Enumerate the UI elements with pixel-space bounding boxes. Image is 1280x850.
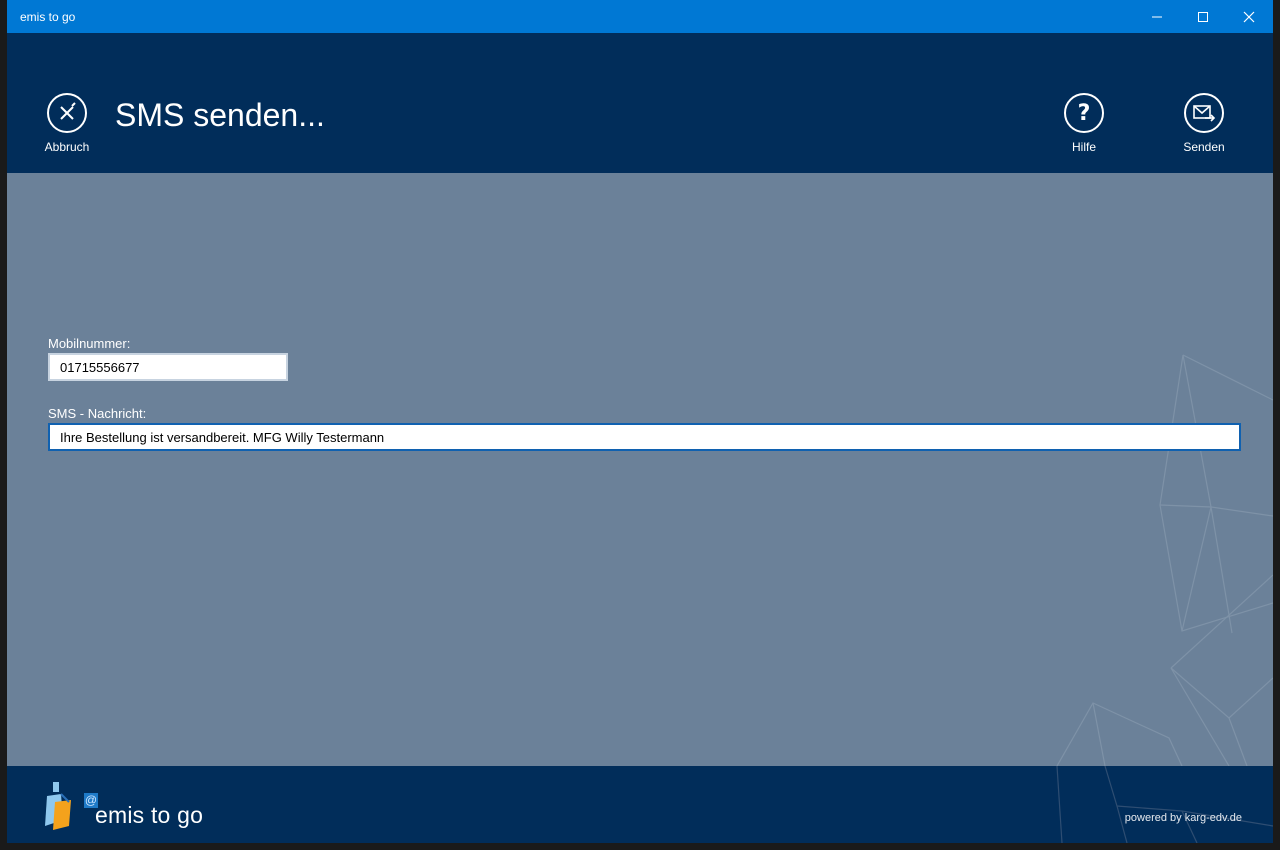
title-bar: emis to go	[7, 0, 1273, 33]
maximize-button[interactable]	[1180, 0, 1226, 33]
sms-message-input[interactable]	[48, 423, 1241, 451]
command-header: Abbruch SMS senden... ? Hilfe Senden	[7, 33, 1273, 173]
send-label: Senden	[1183, 140, 1225, 154]
window-title: emis to go	[20, 10, 76, 24]
mail-send-icon	[1184, 93, 1224, 133]
cancel-button[interactable]: Abbruch	[27, 93, 107, 154]
close-circle-icon	[47, 93, 87, 133]
message-label: SMS - Nachricht:	[48, 406, 147, 421]
mobile-number-input[interactable]	[48, 353, 288, 381]
help-button[interactable]: ? Hilfe	[1044, 93, 1124, 154]
powered-by-text: powered by karg-edv.de	[1124, 812, 1242, 824]
cancel-label: Abbruch	[44, 140, 90, 154]
close-button[interactable]	[1226, 0, 1272, 33]
background-decoration	[1056, 354, 1273, 766]
logo-text: emis to go	[95, 802, 204, 828]
minimize-button[interactable]	[1134, 0, 1180, 33]
footer: @ emis to go powered by karg-edv.de	[7, 766, 1273, 843]
page-title: SMS senden...	[115, 97, 325, 133]
logo-figure-icon	[45, 782, 71, 830]
close-icon	[1243, 11, 1255, 22]
minimize-icon	[1152, 16, 1162, 17]
question-circle-icon: ?	[1064, 93, 1104, 133]
content-area: Mobilnummer: SMS - Nachricht:	[7, 173, 1273, 766]
maximize-icon	[1198, 11, 1208, 22]
help-label: Hilfe	[1071, 140, 1096, 154]
app-window: emis to go Abbruch SMS senden... ? Hilfe…	[7, 0, 1273, 843]
send-button[interactable]: Senden	[1164, 93, 1244, 154]
mobile-label: Mobilnummer:	[48, 336, 131, 351]
